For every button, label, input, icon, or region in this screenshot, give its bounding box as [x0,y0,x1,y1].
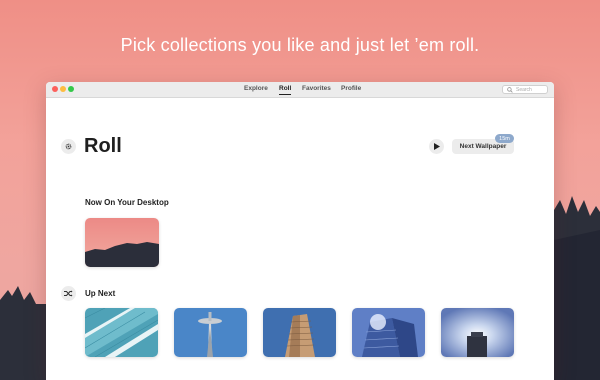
up-next-heading: Up Next [85,289,116,298]
search-input[interactable]: Search [502,85,548,94]
up-next-thumbnail[interactable] [174,308,247,357]
up-next-thumbnail[interactable] [85,308,158,357]
shuffle-icon [64,290,73,297]
search-placeholder: Search [516,87,532,93]
up-next-thumbnail[interactable] [263,308,336,357]
tab-roll[interactable]: Roll [279,85,292,95]
titlebar: Explore Roll Favorites Profile Search [46,82,554,98]
current-wallpaper-thumbnail[interactable] [85,218,159,267]
play-icon [434,143,440,150]
tab-favorites[interactable]: Favorites [302,85,331,92]
tab-profile[interactable]: Profile [341,85,361,92]
now-on-desktop-heading: Now On Your Desktop [85,198,169,207]
timer-badge: 15m [495,134,514,143]
tab-explore[interactable]: Explore [244,85,268,92]
up-next-thumbnail[interactable] [441,308,514,357]
app-window: Explore Roll Favorites Profile Search Ro… [46,82,554,380]
page-title: Roll [84,135,122,157]
play-button[interactable] [429,139,444,154]
settings-button[interactable] [61,139,76,154]
up-next-thumbnail[interactable] [352,308,425,357]
shuffle-button[interactable] [61,286,76,301]
gear-icon [65,143,72,150]
search-icon [507,87,513,93]
tagline: Pick collections you like and just let ’… [120,35,480,55]
top-nav: Explore Roll Favorites Profile [46,82,554,97]
